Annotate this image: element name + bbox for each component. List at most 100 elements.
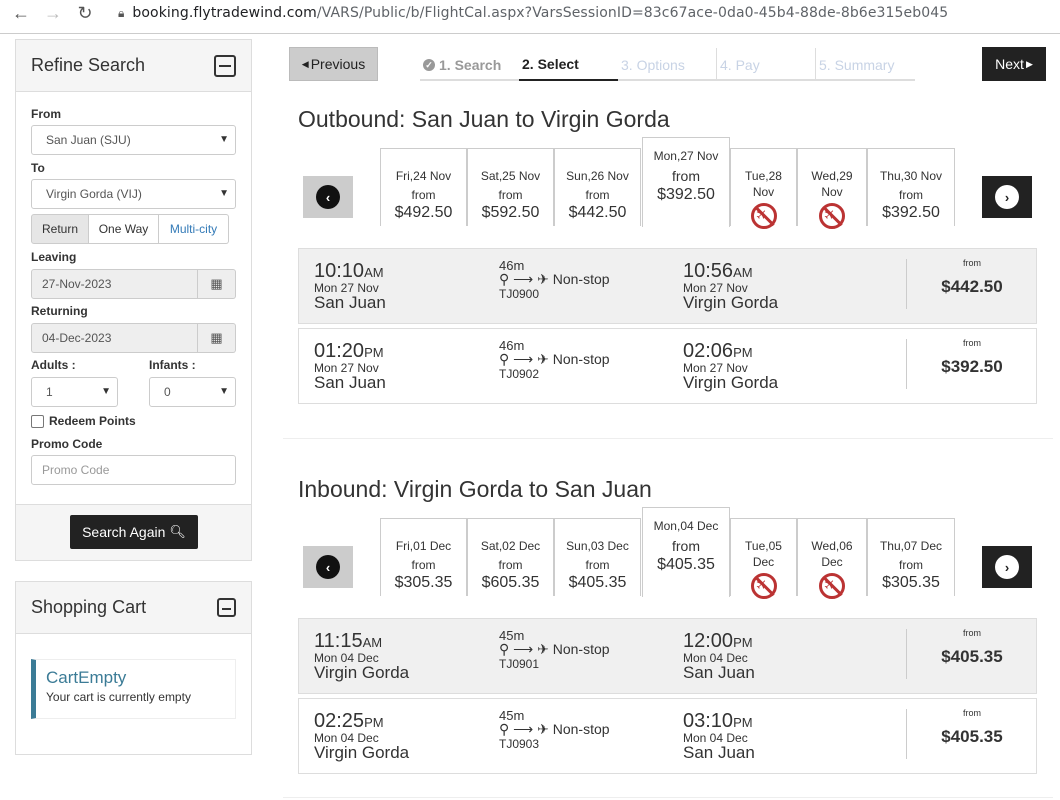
section-divider [283, 438, 1053, 439]
date-label: Tue,05 [745, 539, 782, 553]
flight-number: TJ0902 [499, 367, 540, 381]
inbound-date-tab[interactable]: Mon,04 Dec from $405.35 [642, 507, 730, 597]
date-price: $305.35 [882, 574, 940, 591]
booking-steps: ✓ 1. Search 2. Select 3. Options 4. Pay 5… [420, 48, 915, 81]
inbound-date-tab[interactable]: Sun,03 Dec from $405.35 [554, 518, 641, 596]
inbound-date-tab: Tue,05 Dec [730, 518, 797, 599]
flight-price[interactable]: $405.35 [907, 727, 1037, 747]
refine-search-panel: Refine Search From San Juan (SJU) ▼ To Vi… [15, 39, 252, 561]
inbound-date-tab[interactable]: Fri,01 Dec from $305.35 [380, 518, 467, 596]
flight-row[interactable]: 01:20PM Mon 27 Nov San Juan 46m ⚲ ⟶ ✈ Non-st… [298, 328, 1037, 404]
route-info: ⚲ ⟶ ✈ Non-stop [499, 271, 610, 287]
returning-date-value[interactable]: 04-Dec-2023 [31, 323, 198, 353]
leaving-date-field[interactable]: 27-Nov-2023 ▦ [31, 269, 236, 299]
date-label: Mon,04 Dec [653, 519, 719, 533]
trip-multicity-button[interactable]: Multi-city [159, 214, 229, 244]
departure-city: San Juan [314, 293, 386, 312]
address-bar[interactable]: booking.flytradewind.com/VARS/Public/b/F… [132, 5, 948, 21]
arrival-city: Virgin Gorda [683, 293, 779, 312]
arrow-right-icon: ⟶ [513, 641, 534, 657]
flight-row[interactable]: 02:25PM Mon 04 Dec Virgin Gorda 45m ⚲ ⟶ ✈ No… [298, 698, 1037, 774]
date-price: $392.50 [657, 186, 715, 203]
inbound-date-tab[interactable]: Thu,07 Dec from $305.35 [867, 518, 955, 596]
lock-icon[interactable]: 🔒︎ [118, 6, 124, 21]
check-circle-icon: ✓ [423, 58, 435, 71]
date-label: Fri,24 Nov [395, 169, 452, 183]
promo-code-input[interactable]: Promo Code [31, 455, 236, 485]
outbound-prev-dates-button[interactable]: ‹ [303, 176, 353, 218]
flight-row[interactable]: 10:10AM Mon 27 Nov San Juan 46m ⚲ ⟶ ✈ Non-st… [298, 248, 1037, 324]
arrival-time: 03:10PM [683, 710, 753, 732]
date-price: $605.35 [481, 574, 540, 591]
adults-label: Adults : [31, 358, 76, 372]
flight-row[interactable]: 11:15AM Mon 04 Dec Virgin Gorda 45m ⚲ ⟶ ✈ No… [298, 618, 1037, 694]
search-again-button[interactable]: Search Again 🔍︎ [70, 515, 198, 549]
price-from-label: from [963, 338, 981, 348]
step-options: 3. Options [618, 48, 717, 81]
outbound-date-tab[interactable]: Mon,27 Nov from $392.50 [642, 137, 730, 227]
to-select[interactable]: Virgin Gorda (VIJ) ▼ [31, 179, 236, 209]
arrival-city: San Juan [683, 663, 755, 682]
from-label: from [585, 558, 610, 572]
from-select[interactable]: San Juan (SJU) ▼ [31, 125, 236, 155]
flight-price[interactable]: $392.50 [907, 357, 1037, 377]
calendar-icon[interactable]: ▦ [198, 269, 236, 299]
from-label: from [672, 538, 700, 554]
search-icon: 🔍︎ [169, 524, 186, 539]
inbound-prev-dates-button[interactable]: ‹ [303, 546, 353, 588]
to-label: To [31, 161, 45, 175]
reload-icon[interactable]: ↻ [74, 2, 96, 24]
chevron-left-icon: ‹ [316, 185, 340, 209]
from-label: from [899, 558, 923, 572]
route-info: ⚲ ⟶ ✈ Non-stop [499, 641, 610, 657]
refine-search-header: Refine Search [16, 40, 251, 92]
next-button[interactable]: Next ▶ [982, 47, 1046, 81]
no-flight-icon [750, 203, 777, 229]
outbound-date-tab[interactable]: Fri,24 Nov from $492.50 [380, 148, 467, 226]
chevron-down-icon: ▼ [219, 134, 229, 145]
shopping-cart-header: Shopping Cart [16, 582, 251, 634]
arrow-right-icon: ⟶ [513, 351, 534, 367]
outbound-date-tab[interactable]: Sun,26 Nov from $442.50 [554, 148, 641, 226]
price-from-label: from [963, 628, 981, 638]
arrival-time: 10:56AM [683, 260, 753, 282]
infants-select[interactable]: 0 ▼ [149, 377, 236, 407]
date-price: $405.35 [568, 574, 627, 591]
back-arrow-icon[interactable]: ← [10, 2, 32, 24]
redeem-points-label: Redeem Points [49, 414, 136, 428]
calendar-icon[interactable]: ▦ [198, 323, 236, 353]
outbound-date-tab[interactable]: Sat,25 Nov from $592.50 [467, 148, 554, 226]
outbound-date-tab[interactable]: Thu,30 Nov from $392.50 [867, 148, 955, 226]
flight-price[interactable]: $442.50 [907, 277, 1037, 297]
adults-select[interactable]: 1 ▼ [31, 377, 118, 407]
collapse-icon[interactable] [217, 598, 236, 617]
plane-icon: ✈ [537, 351, 549, 367]
chevron-left-icon: ‹ [316, 555, 340, 579]
inbound-title: Inbound: Virgin Gorda to San Juan [298, 476, 652, 502]
redeem-points-checkbox[interactable]: Redeem Points [31, 414, 136, 428]
toolbar-divider [0, 33, 1060, 34]
step-select[interactable]: 2. Select [519, 48, 618, 81]
cart-empty-text: Your cart is currently empty [46, 690, 191, 704]
trip-return-button[interactable]: Return [31, 214, 89, 244]
returning-date-field[interactable]: 04-Dec-2023 ▦ [31, 323, 236, 353]
date-label-month: Nov [821, 185, 843, 199]
collapse-icon[interactable] [214, 54, 236, 77]
from-label: from [672, 168, 700, 184]
flight-price[interactable]: $405.35 [907, 647, 1037, 667]
outbound-next-dates-button[interactable]: › [982, 176, 1032, 218]
checkbox-icon[interactable] [31, 414, 44, 428]
step-search[interactable]: ✓ 1. Search [420, 48, 519, 81]
plane-icon: ✈ [537, 271, 549, 287]
arrival-city: San Juan [683, 743, 755, 762]
leaving-date-value[interactable]: 27-Nov-2023 [31, 269, 198, 299]
arrival-time: 02:06PM [683, 340, 753, 362]
date-label: Wed,29 [811, 169, 853, 183]
inbound-next-dates-button[interactable]: › [982, 546, 1032, 588]
previous-button[interactable]: ◀ Previous [289, 47, 378, 81]
departure-time: 11:15AM [314, 630, 383, 652]
forward-arrow-icon[interactable]: → [42, 2, 64, 24]
inbound-date-tab[interactable]: Sat,02 Dec from $605.35 [467, 518, 554, 596]
cart-empty-title: CartEmpty [46, 668, 127, 687]
trip-oneway-button[interactable]: One Way [89, 214, 159, 244]
